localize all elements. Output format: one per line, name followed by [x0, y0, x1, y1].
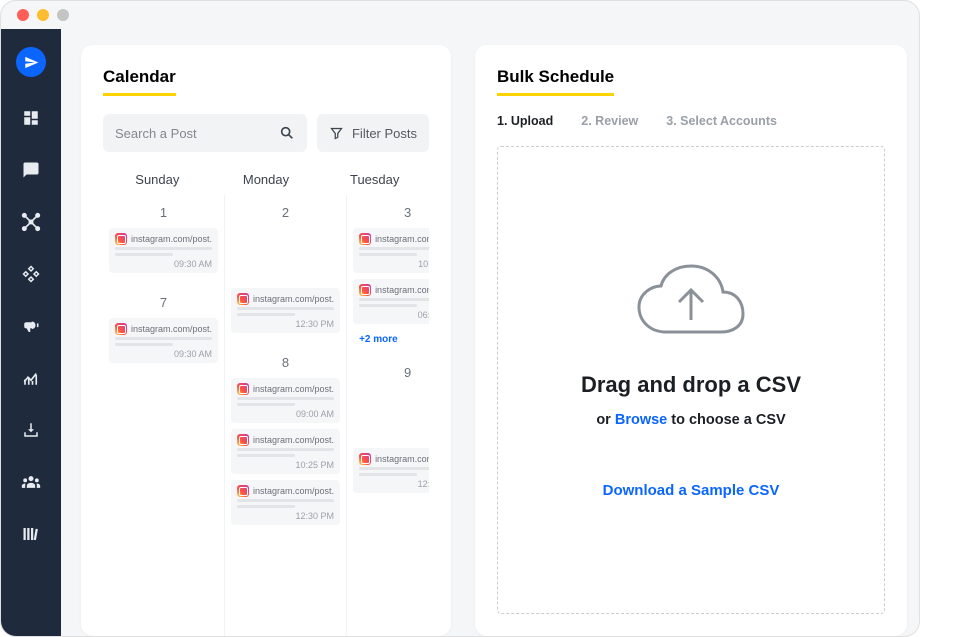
- day-header: Tuesday: [320, 172, 429, 187]
- dropzone-title: Drag and drop a CSV: [581, 372, 801, 398]
- post-card[interactable]: instagram.com/post. 12:30 PM: [231, 288, 340, 333]
- date-number: 9: [353, 365, 429, 380]
- nav-sidebar: [1, 29, 61, 636]
- nav-library-icon[interactable]: [20, 523, 42, 545]
- app-window: Calendar Search a Post Filter Posts Sund…: [0, 0, 920, 637]
- filter-label: Filter Posts: [352, 126, 417, 141]
- nav-dashboard-icon[interactable]: [20, 107, 42, 129]
- post-time: 10:30 AM: [359, 259, 429, 269]
- step-review[interactable]: 2. Review: [581, 114, 638, 128]
- bulk-schedule-panel: Bulk Schedule 1. Upload 2. Review 3. Sel…: [475, 45, 907, 636]
- post-card[interactable]: instagram.com/post. 12:30 PM: [353, 448, 429, 493]
- more-posts-link[interactable]: +2 more: [353, 330, 429, 349]
- cloud-upload-icon: [631, 262, 751, 352]
- calendar-title: Calendar: [103, 67, 176, 96]
- instagram-icon: [237, 383, 249, 395]
- window-minimize-button[interactable]: [37, 9, 49, 21]
- post-time: 06:30 PM: [359, 310, 429, 320]
- nav-megaphone-icon[interactable]: [20, 315, 42, 337]
- day-header: Sunday: [103, 172, 212, 187]
- window-close-button[interactable]: [17, 9, 29, 21]
- post-time: 09:30 AM: [115, 259, 212, 269]
- nav-send-icon[interactable]: [16, 47, 46, 77]
- date-number: 2: [231, 205, 340, 220]
- instagram-icon: [359, 233, 371, 245]
- calendar-col-sunday: 1 instagram.com/post. 09:30 AM 7 instagr…: [103, 195, 224, 636]
- calendar-days-header: Sunday Monday Tuesday: [103, 172, 429, 187]
- instagram-icon: [359, 284, 371, 296]
- nav-target-icon[interactable]: [20, 263, 42, 285]
- window-zoom-button[interactable]: [57, 9, 69, 21]
- browse-link[interactable]: Browse: [615, 412, 667, 428]
- nav-users-icon[interactable]: [20, 471, 42, 493]
- nav-comment-icon[interactable]: [20, 159, 42, 181]
- app-body: Calendar Search a Post Filter Posts Sund…: [1, 29, 919, 636]
- post-time: 12:30 PM: [237, 319, 334, 329]
- instagram-icon: [237, 485, 249, 497]
- post-time: 10:25 PM: [237, 460, 334, 470]
- nav-analytics-icon[interactable]: [20, 367, 42, 389]
- date-number: 1: [109, 205, 218, 220]
- post-card[interactable]: instagram.com/post. 06:30 PM: [353, 279, 429, 324]
- filter-button[interactable]: Filter Posts: [317, 114, 429, 152]
- calendar-col-monday: 2 instagram.com/post. 12:30 PM 8 in: [224, 195, 346, 636]
- date-number: 3: [353, 205, 429, 220]
- search-icon: [279, 125, 295, 141]
- date-number: 7: [109, 295, 218, 310]
- instagram-icon: [237, 434, 249, 446]
- post-card[interactable]: instagram.com/post. 09:30 AM: [109, 318, 218, 363]
- download-sample-link[interactable]: Download a Sample CSV: [603, 482, 780, 499]
- search-placeholder: Search a Post: [115, 126, 197, 141]
- calendar-col-tuesday: 3 instagram.com/post. 10:30 AM instagram…: [346, 195, 429, 636]
- content-area: Calendar Search a Post Filter Posts Sund…: [61, 29, 919, 636]
- post-card[interactable]: instagram.com/post. 09:00 AM: [231, 378, 340, 423]
- instagram-icon: [115, 323, 127, 335]
- day-header: Monday: [212, 172, 321, 187]
- bulk-title: Bulk Schedule: [497, 67, 614, 96]
- step-select-accounts[interactable]: 3. Select Accounts: [666, 114, 777, 128]
- calendar-grid: 1 instagram.com/post. 09:30 AM 7 instagr…: [103, 195, 429, 636]
- instagram-icon: [237, 293, 249, 305]
- instagram-icon: [359, 453, 371, 465]
- nav-download-icon[interactable]: [20, 419, 42, 441]
- date-number: 8: [231, 355, 340, 370]
- search-input[interactable]: Search a Post: [103, 114, 307, 152]
- bulk-steps: 1. Upload 2. Review 3. Select Accounts: [497, 114, 885, 128]
- window-titlebar: [1, 1, 919, 29]
- post-card[interactable]: instagram.com/post. 09:30 AM: [109, 228, 218, 273]
- post-time: 12:30 PM: [359, 479, 429, 489]
- post-time: 12:30 PM: [237, 511, 334, 521]
- dropzone-subtitle: or Browse to choose a CSV: [596, 412, 785, 428]
- filter-icon: [329, 126, 344, 141]
- post-card[interactable]: instagram.com/post. 12:30 PM: [231, 480, 340, 525]
- instagram-icon: [115, 233, 127, 245]
- nav-network-icon[interactable]: [20, 211, 42, 233]
- post-time: 09:30 AM: [115, 349, 212, 359]
- post-card[interactable]: instagram.com/post. 10:25 PM: [231, 429, 340, 474]
- post-card[interactable]: instagram.com/post. 10:30 AM: [353, 228, 429, 273]
- calendar-panel: Calendar Search a Post Filter Posts Sund…: [81, 45, 451, 636]
- post-time: 09:00 AM: [237, 409, 334, 419]
- csv-dropzone[interactable]: Drag and drop a CSV or Browse to choose …: [497, 146, 885, 614]
- step-upload[interactable]: 1. Upload: [497, 114, 553, 128]
